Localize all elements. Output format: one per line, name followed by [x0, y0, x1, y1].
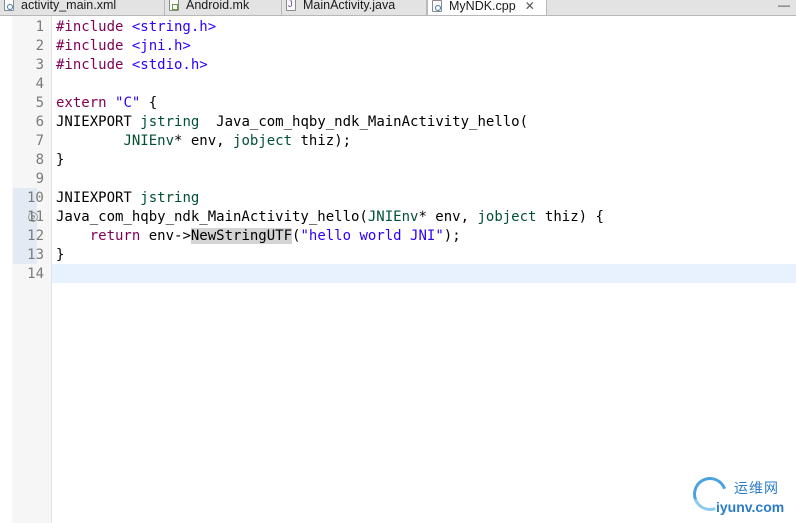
keyword: return	[89, 228, 141, 244]
preprocessor-directive: #include	[56, 38, 132, 54]
type-name: JNIEnv	[367, 209, 419, 225]
code-line[interactable]: #include <jni.h>	[56, 37, 191, 56]
include-path: <stdio.h>	[131, 57, 208, 73]
type-name: jobject	[477, 209, 537, 225]
tab-label: MainActivity.java	[303, 0, 396, 12]
code-line[interactable]: #include <stdio.h>	[56, 56, 208, 75]
include-path: <string.h>	[131, 19, 217, 35]
editor-tab-bar: activity_main.xml Android.mk MainActivit…	[0, 0, 796, 16]
line-number: 1	[35, 19, 44, 35]
code-text: {	[140, 95, 158, 111]
line-number: 9	[35, 171, 44, 187]
code-text: }	[56, 247, 65, 263]
tab-android-mk[interactable]: Android.mk	[165, 0, 282, 15]
annotation-ruler	[0, 16, 12, 523]
line-number: 5	[35, 95, 44, 111]
line-number: 8	[35, 152, 44, 168]
current-line-highlight	[52, 264, 796, 283]
preprocessor-directive: #include	[56, 57, 132, 73]
type-name: jstring	[140, 190, 200, 206]
xml-file-icon	[4, 0, 14, 11]
macro: JNIEXPORT	[56, 190, 141, 206]
code-text: Java_com_hqby_ndk_MainActivity_hello(	[199, 114, 529, 130]
tab-label: MyNDK.cpp	[449, 0, 516, 13]
code-text: }	[56, 152, 65, 168]
code-line[interactable]: }	[56, 151, 64, 170]
code-line[interactable]: Java_com_hqby_ndk_MainActivity_hello(JNI…	[56, 208, 604, 227]
string-literal: "C"	[115, 95, 141, 111]
macro: JNIEXPORT	[56, 114, 141, 130]
code-text: thiz) {	[536, 209, 604, 225]
watermark-cn-text: 运维网	[734, 481, 779, 497]
tab-mainactivity-java[interactable]: MainActivity.java	[282, 0, 427, 15]
highlighted-occurrence: NewStringUTF	[190, 228, 293, 244]
string-literal: "hello world JNI"	[300, 228, 444, 244]
code-editor[interactable]: 1 2 3 4 5 6 7 8 9 10⊖ 11 12 13 14 #inclu…	[0, 16, 796, 523]
line-number: 2	[35, 38, 44, 54]
line-number: 3	[35, 57, 44, 73]
line-number: 13	[27, 247, 44, 263]
code-line[interactable]: JNIEXPORT jstring	[56, 189, 199, 208]
code-text: thiz);	[292, 133, 352, 149]
line-number: 11	[27, 209, 44, 225]
keyword: extern	[56, 95, 116, 111]
line-number: 7	[35, 133, 44, 149]
type-name: jobject	[233, 133, 293, 149]
mk-file-icon	[169, 0, 179, 11]
tab-label: Android.mk	[186, 0, 250, 12]
code-text: );	[443, 228, 461, 244]
line-number: 10	[27, 190, 44, 206]
type-name: JNIEnv	[123, 133, 175, 149]
line-number: 14	[27, 266, 44, 282]
code-line[interactable]: extern "C" {	[56, 94, 157, 113]
tab-activity-main-xml[interactable]: activity_main.xml	[0, 0, 165, 15]
code-line[interactable]: JNIEXPORT jstring Java_com_hqby_ndk_Main…	[56, 113, 528, 132]
code-line[interactable]: JNIEnv* env, jobject thiz);	[56, 132, 351, 151]
code-line[interactable]: }	[56, 246, 64, 265]
watermark-url: iyunv.com	[716, 499, 785, 515]
include-path: <jni.h>	[131, 38, 191, 54]
watermark-logo: 运维网 iyunv.com	[687, 471, 792, 519]
tab-myndk-cpp[interactable]: MyNDK.cpp ✕	[427, 0, 547, 15]
line-number: 6	[35, 114, 44, 130]
code-text: * env,	[174, 133, 234, 149]
code-line[interactable]: #include <string.h>	[56, 18, 216, 37]
type-name: jstring	[140, 114, 200, 130]
close-icon[interactable]: ✕	[525, 0, 535, 13]
code-text: env->	[140, 228, 191, 244]
preprocessor-directive: #include	[56, 19, 132, 35]
tab-label: activity_main.xml	[21, 0, 117, 12]
minimize-icon[interactable]: —	[778, 0, 790, 15]
cpp-file-icon	[432, 0, 442, 12]
java-file-icon	[286, 0, 296, 11]
code-line[interactable]: return env->NewStringUTF("hello world JN…	[56, 227, 461, 246]
code-text: Java_com_hqby_ndk_MainActivity_hello(	[56, 209, 368, 225]
line-number: 12	[27, 228, 44, 244]
code-text: * env,	[418, 209, 478, 225]
line-number: 4	[35, 76, 44, 92]
